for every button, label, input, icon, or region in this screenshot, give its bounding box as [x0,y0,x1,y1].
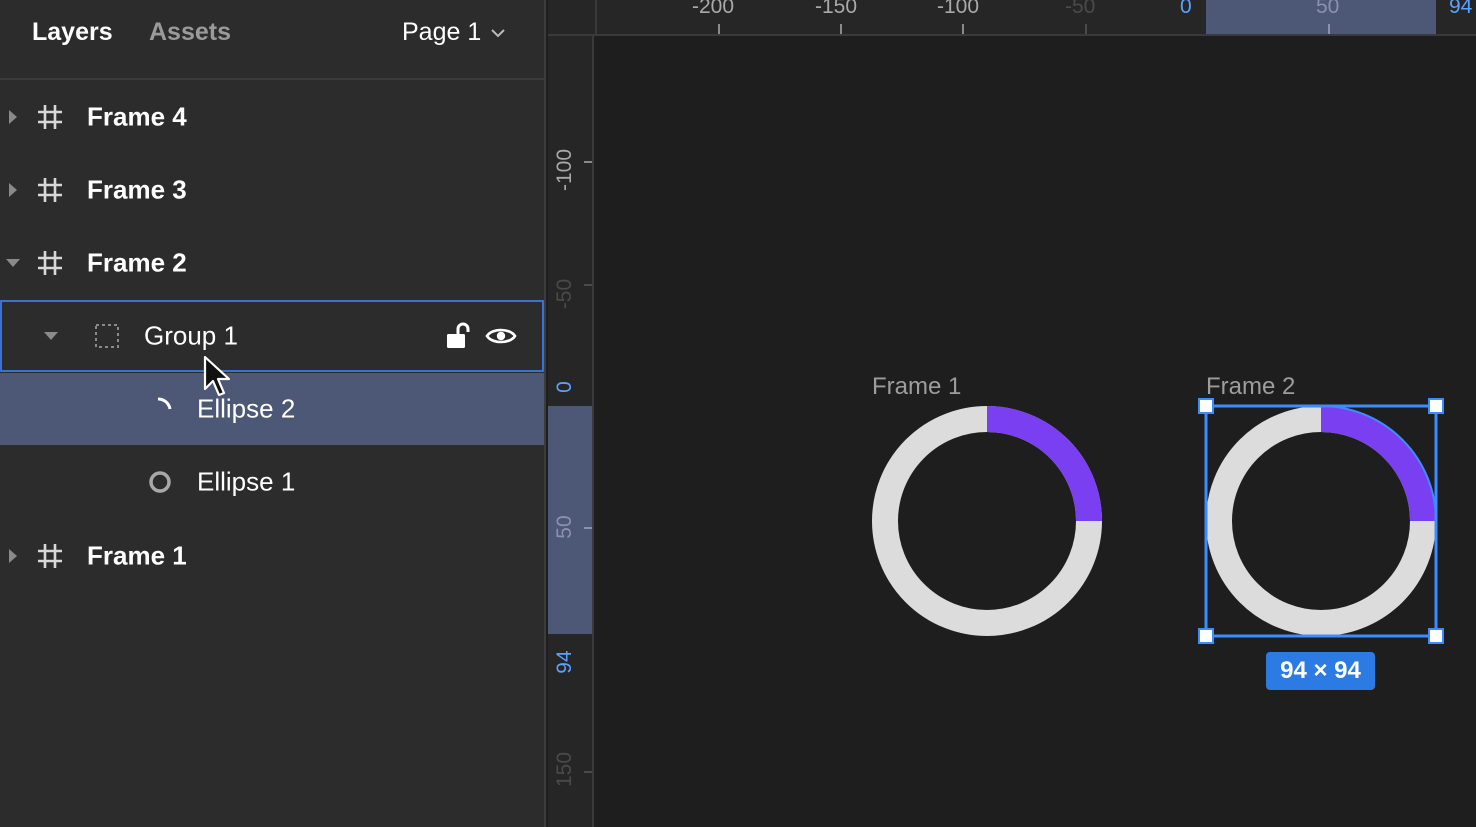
frame-1-progress-ring[interactable] [870,404,1104,638]
caret-right-icon[interactable] [8,549,18,563]
frame-hash-icon [38,105,62,129]
ellipse-icon [149,471,171,493]
ruler-tick-label: -50 [1065,0,1096,18]
ruler-tick [1328,24,1330,34]
ruler-tick-label: -100 [937,0,980,18]
layer-row-ellipse-2[interactable]: Ellipse 2 [0,373,544,445]
ruler-tick [718,24,720,34]
layer-row-frame-4[interactable]: Frame 4 [0,81,544,153]
dimension-badge: 94 × 94 [1266,652,1375,690]
ruler-tick [962,24,964,34]
mouse-cursor-icon [203,355,231,397]
ruler-tick-label: 0 [553,381,576,393]
selection-outline [1204,404,1438,638]
layer-row-group-1[interactable]: Group 1 [0,300,544,372]
ruler-tick-label: 50 [1316,0,1340,18]
tab-layers[interactable]: Layers [32,18,113,47]
ruler-tick [840,24,842,34]
page-selector[interactable]: Page 1 [402,18,505,47]
ruler-tick-label: 50 [553,515,576,539]
layer-label: Frame 4 [87,101,187,132]
ruler-tick [584,771,592,773]
caret-down-icon[interactable] [44,331,58,341]
frame-hash-icon [38,178,62,202]
ruler-tick-label: -200 [692,0,735,18]
ruler-tick-label: 94 [553,650,576,674]
resize-handle-bottom-right[interactable] [1428,628,1444,644]
ruler-tick-label: 94 [1449,0,1473,18]
panel-header: Layers Assets Page 1 [0,0,544,80]
frame-hash-icon [38,544,62,568]
layer-label: Frame 1 [87,540,187,571]
page-selector-label: Page 1 [402,18,482,46]
layer-label: Frame 2 [87,247,187,278]
ruler-tick [584,527,592,529]
ruler-tick-label: -50 [553,278,576,310]
horizontal-ruler: -200 -150 -100 -50 0 50 94 [548,0,1476,36]
layer-row-ellipse-1[interactable]: Ellipse 1 [0,446,544,518]
layer-label: Ellipse 1 [197,466,296,497]
unlock-icon[interactable] [445,322,471,350]
layer-row-frame-3[interactable]: Frame 3 [0,154,544,226]
selection-box[interactable] [1196,396,1446,646]
frame-1-title[interactable]: Frame 1 [872,373,961,401]
arc-icon [157,397,172,410]
vertical-ruler: -100 -50 0 50 94 150 [548,36,594,827]
layer-label: Group 1 [144,320,238,351]
group-icon [95,324,119,348]
ruler-tick [1085,24,1087,34]
eye-icon[interactable] [485,325,517,347]
resize-handle-top-left[interactable] [1198,398,1214,414]
ring-progress-arc [986,406,1102,522]
resize-handle-top-right[interactable] [1428,398,1444,414]
frame-hash-icon [38,251,62,275]
ruler-tick [584,284,592,286]
ruler-corner-divider [595,0,597,34]
resize-handle-bottom-left[interactable] [1198,628,1214,644]
ruler-tick-label: 150 [553,751,576,787]
layer-row-frame-2[interactable]: Frame 2 [0,227,544,299]
caret-right-icon[interactable] [8,183,18,197]
caret-down-icon[interactable] [6,258,20,268]
layer-row-frame-1[interactable]: Frame 1 [0,520,544,592]
layers-panel: Layers Assets Page 1 Frame 4 Frame 3 Fra… [0,0,546,827]
chevron-down-icon [491,28,505,37]
ruler-tick-label: -100 [553,148,576,191]
ruler-tick-label: 0 [1180,0,1192,18]
tab-assets[interactable]: Assets [149,18,231,47]
ruler-tick-label: -150 [815,0,858,18]
ruler-tick [584,161,592,163]
caret-right-icon[interactable] [8,110,18,124]
layer-label: Frame 3 [87,174,187,205]
